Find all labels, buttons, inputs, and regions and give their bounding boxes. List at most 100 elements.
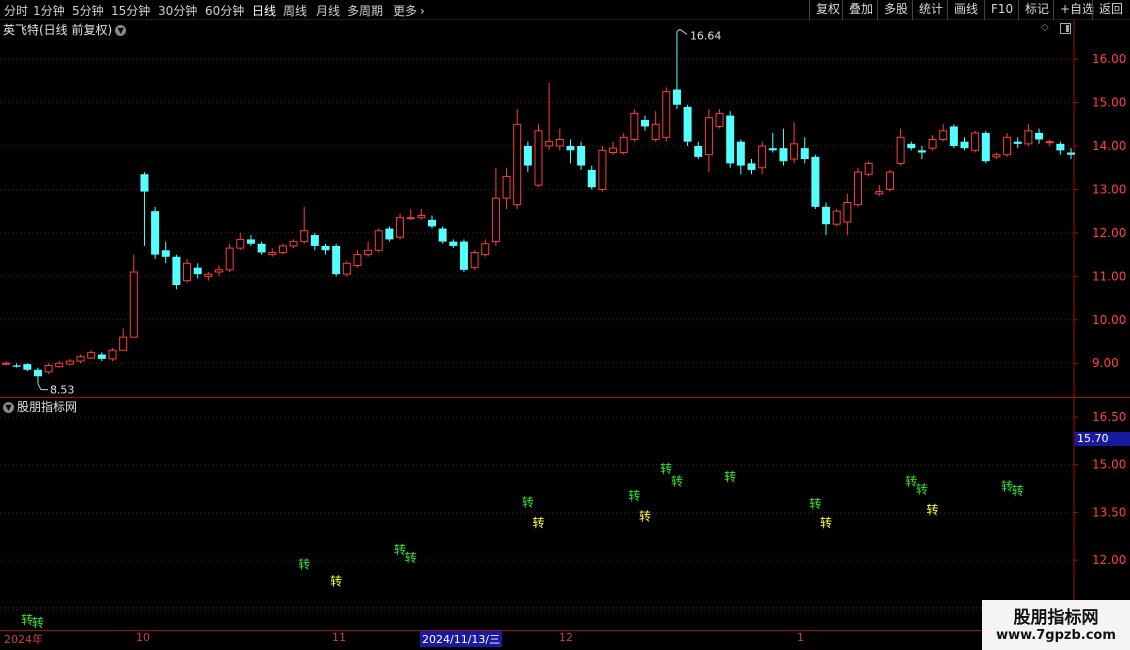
candle-body bbox=[513, 123, 522, 206]
period-tab-1min[interactable]: 1分钟 bbox=[33, 2, 65, 19]
period-tab-more[interactable]: 更多 › bbox=[393, 2, 425, 19]
candle-body bbox=[1056, 143, 1065, 151]
diamond-icon[interactable]: ◇ bbox=[1041, 22, 1049, 33]
candle-body bbox=[364, 249, 373, 256]
candle-body bbox=[236, 238, 245, 249]
candle-body bbox=[641, 119, 649, 127]
signal-marker: 转 bbox=[298, 556, 310, 571]
mark-button[interactable]: 标记 bbox=[1018, 0, 1055, 20]
candle-body bbox=[44, 364, 53, 373]
back-button[interactable]: 返回 bbox=[1092, 0, 1129, 20]
price-tick-label: 9.00 bbox=[1092, 356, 1119, 370]
price-tick-label: 13.00 bbox=[1092, 182, 1126, 196]
price-tick-label: 10.00 bbox=[1092, 313, 1126, 327]
signal-marker: 转 bbox=[639, 509, 651, 524]
indicator-title: 股朋指标网 bbox=[17, 400, 78, 414]
period-toolbar: 分时 1分钟 5分钟 15分钟 30分钟 60分钟 日线 周线 月线 多周期 更… bbox=[0, 0, 1130, 20]
chevron-down-icon[interactable]: ▼ bbox=[115, 25, 127, 36]
price-tick-label: 11.00 bbox=[1092, 269, 1126, 283]
candle-body bbox=[396, 217, 405, 238]
candle-body bbox=[215, 269, 223, 273]
candle-body bbox=[555, 138, 564, 147]
candle-body bbox=[55, 362, 64, 368]
f10-button[interactable]: F10 bbox=[984, 0, 1019, 20]
multi-stock-button[interactable]: 多股 bbox=[877, 0, 914, 20]
date-label-oct: 10 bbox=[136, 631, 150, 644]
candle-body bbox=[193, 267, 202, 275]
candle-body bbox=[662, 91, 671, 138]
candle-body bbox=[779, 148, 788, 162]
candle-body bbox=[23, 364, 32, 370]
candle-body bbox=[875, 191, 884, 195]
period-tab-daily[interactable]: 日线 bbox=[252, 2, 276, 19]
low-marker-arrow bbox=[37, 383, 48, 391]
signal-marker: 转 bbox=[1012, 483, 1024, 498]
period-tab-15min[interactable]: 15分钟 bbox=[111, 2, 150, 19]
price-tick-label: 15.00 bbox=[1092, 96, 1126, 110]
candle-body bbox=[151, 211, 160, 255]
candle-body bbox=[960, 141, 969, 149]
candle-body bbox=[246, 239, 255, 244]
period-tab-30min[interactable]: 30分钟 bbox=[158, 2, 197, 19]
date-label-year: 2024年 bbox=[4, 633, 43, 646]
candle-body bbox=[1035, 132, 1044, 140]
candle-body bbox=[278, 245, 287, 253]
candle-body bbox=[108, 349, 117, 360]
period-tab-monthly[interactable]: 月线 bbox=[316, 2, 340, 19]
period-tab-multi[interactable]: 多周期 bbox=[347, 2, 383, 19]
indicator-chart[interactable]: 16.5015.0013.5012.0010.50转转转转转转转转转转转转转转转… bbox=[0, 398, 1130, 630]
candle-body bbox=[747, 163, 756, 170]
period-tab-intraday[interactable]: 分时 bbox=[4, 2, 28, 19]
signal-marker: 转 bbox=[724, 469, 736, 484]
candle-body bbox=[907, 143, 916, 149]
candle-body bbox=[491, 197, 500, 243]
pane-toggle-icon[interactable] bbox=[1060, 23, 1071, 34]
candle-body bbox=[183, 262, 192, 282]
candle-body bbox=[204, 273, 213, 277]
candle-body bbox=[1013, 141, 1022, 144]
candle-body bbox=[76, 356, 85, 362]
candle-body bbox=[832, 210, 841, 225]
price-panel-title: 英飞特(日线 前复权) ▼ bbox=[3, 21, 127, 38]
candle-body bbox=[822, 206, 831, 225]
candle-body bbox=[939, 130, 948, 140]
overlay-button[interactable]: 叠加 bbox=[842, 0, 879, 20]
chevron-down-icon[interactable]: ▼ bbox=[3, 402, 14, 413]
candle-body bbox=[481, 243, 490, 256]
date-label-cursor: 2024/11/13/三 bbox=[420, 631, 503, 647]
signal-marker: 转 bbox=[533, 515, 545, 530]
candle-body bbox=[885, 171, 894, 190]
candle-body bbox=[374, 230, 383, 251]
indicator-tick-label: 16.50 bbox=[1092, 410, 1126, 424]
candle-body bbox=[683, 106, 692, 142]
stock-title: 英飞特(日线 前复权) bbox=[3, 23, 113, 37]
stats-button[interactable]: 统计 bbox=[912, 0, 949, 20]
price-tick-label: 16.00 bbox=[1092, 52, 1126, 66]
date-label-jan: 1 bbox=[797, 631, 804, 644]
indicator-tick-label: 12.00 bbox=[1092, 553, 1126, 567]
candle-body bbox=[172, 256, 181, 286]
signal-marker: 转 bbox=[820, 515, 832, 530]
period-tab-60min[interactable]: 60分钟 bbox=[205, 2, 244, 19]
candle-body bbox=[566, 146, 575, 151]
adjust-button[interactable]: 复权 bbox=[809, 0, 846, 20]
candle-body bbox=[33, 369, 42, 377]
candle-body bbox=[87, 351, 96, 359]
period-tab-weekly[interactable]: 周线 bbox=[283, 2, 307, 19]
draw-button[interactable]: 画线 bbox=[947, 0, 984, 20]
period-tab-5min[interactable]: 5分钟 bbox=[72, 2, 104, 19]
candle-body bbox=[992, 154, 1001, 158]
watermark-logo: 股朋指标网 www.7gpzb.com bbox=[982, 600, 1130, 650]
high-marker-arrow bbox=[676, 28, 688, 35]
candle-body bbox=[651, 123, 660, 140]
candle-body bbox=[949, 126, 958, 146]
candle-body bbox=[790, 143, 799, 160]
candle-body bbox=[598, 149, 607, 190]
candle-body bbox=[523, 146, 532, 166]
signal-marker: 转 bbox=[927, 502, 939, 517]
candle-body bbox=[704, 117, 713, 156]
candle-body bbox=[438, 228, 447, 242]
candle-body bbox=[1003, 136, 1012, 156]
more-label: 更多 bbox=[393, 4, 418, 18]
candlestick-chart[interactable]: 16.00 15.00 14.00 13.00 12.00 11.00 10.00 9.00 1… bbox=[0, 20, 1130, 398]
